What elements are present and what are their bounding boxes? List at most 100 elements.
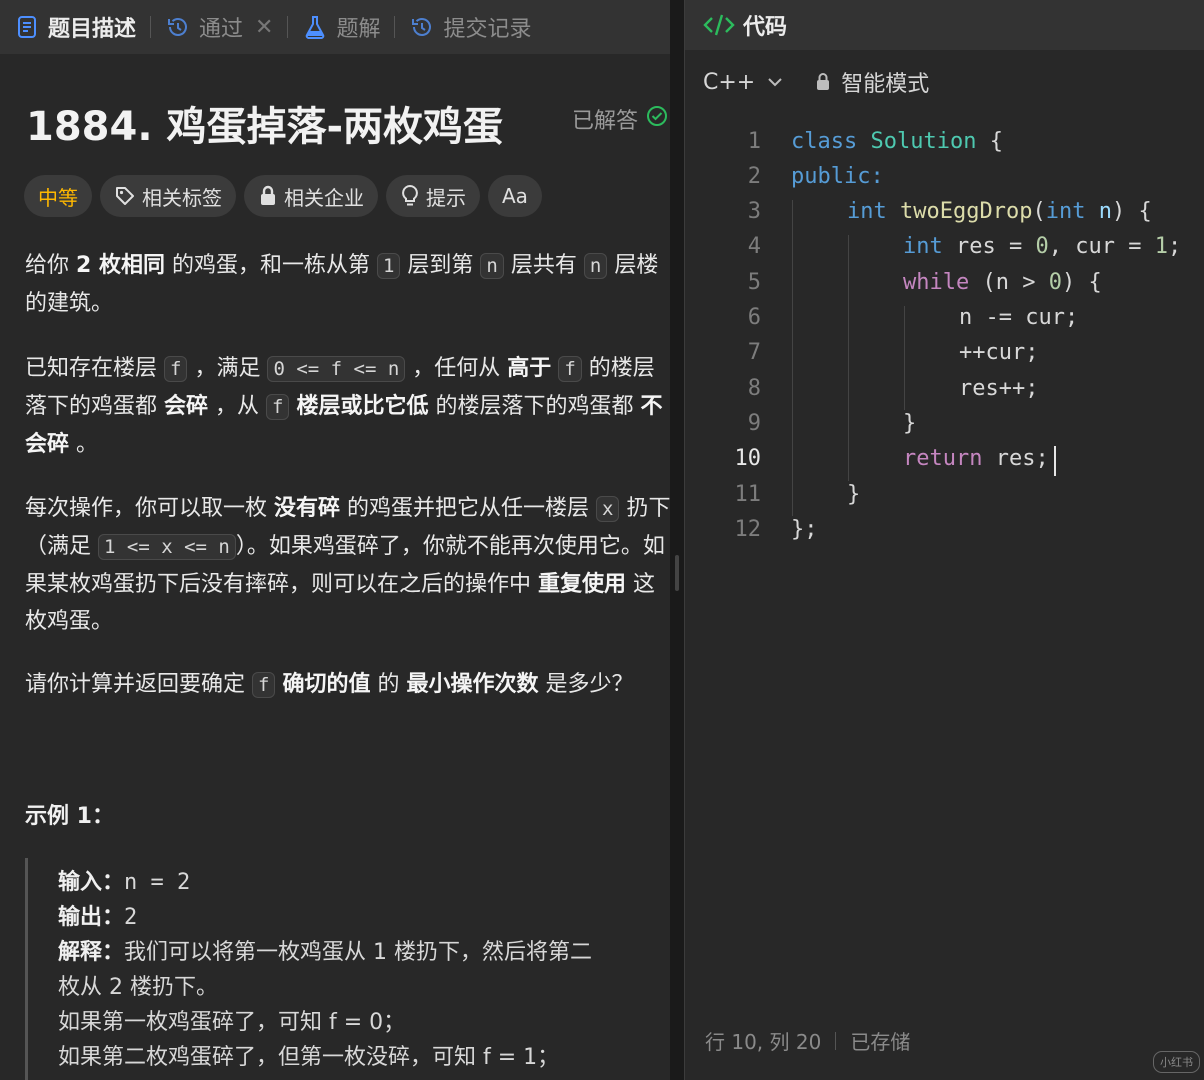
keyword: int — [903, 234, 943, 259]
inline-code: f — [266, 394, 290, 420]
tab-description-label: 题目描述 — [48, 17, 137, 42]
code-line[interactable]: }; — [791, 517, 818, 542]
history-icon — [165, 14, 191, 40]
code-line[interactable]: int twoEggDrop(int n) { — [847, 199, 1152, 224]
number: 0 — [1035, 234, 1049, 259]
indent-guide — [848, 235, 849, 481]
line-number: 7 — [747, 340, 761, 365]
class-name: Solution — [870, 129, 977, 154]
tab-submissions[interactable]: 提交记录 — [395, 0, 545, 54]
code-text: ) { — [1111, 199, 1152, 224]
inline-code: f — [558, 356, 582, 382]
tab-solutions-label: 题解 — [336, 17, 381, 42]
text: ，满足 — [187, 356, 268, 381]
font-size-toggle[interactable]: Aa — [488, 175, 542, 217]
lock-icon — [261, 185, 275, 205]
code-text: res = — [942, 234, 1036, 259]
smart-mode-label[interactable]: 智能模式 — [841, 66, 929, 98]
inline-code: f — [164, 356, 188, 382]
related-tags-label: 相关标签 — [142, 185, 222, 210]
variable: n — [1085, 199, 1112, 224]
code-text: (n > — [969, 270, 1049, 295]
line-number-current: 10 — [734, 446, 762, 471]
line-number: 9 — [747, 411, 761, 436]
history-icon — [409, 14, 435, 40]
code-panel: 代码 C++ 智能模式 1 2 3 4 5 6 7 8 9 10 11 12 c… — [684, 0, 1204, 1080]
related-companies-button[interactable]: 相关企业 — [244, 175, 378, 217]
text: ，从 — [208, 394, 267, 419]
text: 的 — [370, 672, 407, 697]
text: 的鸡蛋并把它从任一楼层 — [340, 496, 597, 521]
example-explanation-line: 如果第一枚鸡蛋碎了，可知 f = 0； — [58, 1010, 406, 1035]
inline-code: n — [480, 253, 504, 279]
text: 层到第 — [400, 253, 481, 278]
problem-title[interactable]: 1884. 鸡蛋掉落-两枚鸡蛋 — [26, 94, 503, 152]
tab-solutions[interactable]: 题解 — [288, 0, 394, 54]
code-text: , cur = — [1048, 234, 1155, 259]
code-text: ; — [1167, 234, 1182, 259]
code-line[interactable]: n -= cur; — [959, 305, 1078, 330]
text: ，任何从 — [405, 356, 508, 381]
tab-accepted[interactable]: 通过 ✕ — [151, 0, 287, 54]
function-name: twoEggDrop — [900, 199, 1033, 224]
tag-icon — [116, 187, 134, 205]
tab-accepted-label: 通过 — [199, 17, 244, 42]
tab-submissions-label: 提交记录 — [443, 17, 532, 42]
lightbulb-icon — [402, 184, 418, 206]
example-input: 输入：n = 2 — [58, 864, 190, 896]
bold-text: 会碎 — [164, 394, 209, 419]
close-icon[interactable]: ✕ — [255, 15, 273, 40]
code-line[interactable]: class Solution { — [791, 129, 1003, 154]
language-label: C++ — [703, 69, 756, 95]
code-line[interactable]: } — [903, 411, 916, 436]
code-text: ) { — [1061, 270, 1102, 295]
resize-handle[interactable] — [675, 555, 679, 591]
code-line[interactable]: } — [847, 482, 860, 507]
cursor-position: 行 10, 列 20 — [705, 1030, 822, 1054]
indent-guide — [792, 200, 793, 516]
line-number: 8 — [747, 376, 761, 401]
code-line[interactable]: ++cur; — [959, 340, 1038, 365]
inline-code: 1 <= x <= n — [98, 534, 236, 560]
tag-row: 中等 相关标签 相关企业 提示 Aa — [24, 175, 542, 217]
keyword: class — [791, 129, 858, 154]
text-cursor — [1054, 446, 1056, 476]
bold-text: 楼层或比它低 — [296, 394, 429, 419]
bold-text: 2 枚相同 — [76, 253, 165, 278]
watermark: 小红书 — [1153, 1051, 1200, 1073]
code-text: ( — [1032, 199, 1046, 224]
text: 的楼层落下的鸡蛋都 — [428, 394, 641, 419]
line-number: 6 — [747, 305, 761, 330]
hint-button[interactable]: 提示 — [386, 175, 480, 217]
code-line[interactable]: while (n > 0) { — [903, 270, 1102, 295]
bold-text: 确切的值 — [282, 672, 371, 697]
code-line[interactable]: res++; — [959, 376, 1038, 401]
description-icon — [14, 14, 40, 40]
related-companies-label: 相关企业 — [284, 185, 364, 210]
example-explanation-line: 如果第二枚鸡蛋碎了，但第一枚没碎，可知 f = 1； — [58, 1045, 560, 1070]
example-block: 输入：n = 2 输出：2 解释：我们可以将第一枚鸡蛋从 1 楼扔下，然后将第二… — [25, 858, 670, 1080]
problem-tab-bar: 题目描述 通过 ✕ 题解 提交记录 — [0, 0, 670, 54]
description-paragraph-1: 给你 2 枚相同 的鸡蛋，和一栋从第 1 层到第 n 层共有 n 层楼的建筑。 — [25, 247, 670, 322]
code-text: { — [976, 129, 1003, 154]
panel-gap — [670, 0, 684, 1080]
line-number: 3 — [747, 199, 761, 224]
indent-guide — [904, 306, 905, 410]
tab-description[interactable]: 题目描述 — [0, 0, 150, 54]
code-line-current[interactable]: return res; — [903, 446, 1049, 471]
description-paragraph-4: 请你计算并返回要确定 f 确切的值 的 最小操作次数 是多少？ — [25, 666, 670, 704]
line-number: 1 — [747, 129, 761, 154]
code-title: 代码 — [743, 15, 788, 40]
bold-text: 重复使用 — [538, 572, 627, 597]
hint-label: 提示 — [426, 185, 466, 210]
text: 请你计算并返回要确定 — [25, 672, 252, 697]
related-tags-button[interactable]: 相关标签 — [100, 175, 236, 217]
check-circle-icon — [646, 105, 668, 133]
code-line[interactable]: int res = 0, cur = 1; — [903, 234, 1181, 259]
line-number: 11 — [734, 482, 762, 507]
number: 1 — [1154, 234, 1168, 259]
code-line[interactable]: public: — [791, 164, 884, 189]
input-label: 输入： — [58, 870, 125, 895]
language-select[interactable]: C++ — [703, 70, 785, 95]
